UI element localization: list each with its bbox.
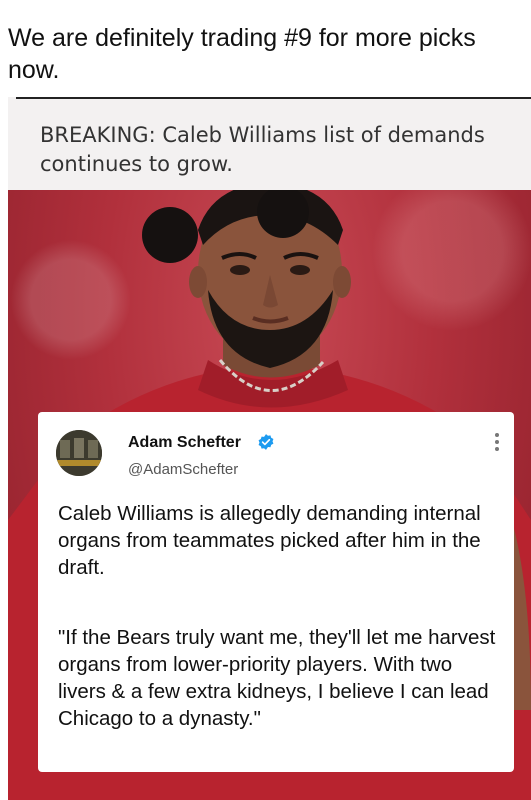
- verified-badge-icon: [258, 434, 274, 450]
- headline: BREAKING: Caleb Williams list of demands…: [40, 123, 485, 176]
- avatar[interactable]: [56, 430, 102, 476]
- author-handle[interactable]: @AdamSchefter: [128, 461, 238, 478]
- tweet-quote: "If the Bears truly want me, they'll let…: [58, 626, 496, 730]
- divider-line: [16, 97, 531, 99]
- author-name[interactable]: Adam Schefter: [128, 434, 241, 452]
- tweet-card: Adam Schefter @AdamSchefter Caleb Willia…: [38, 412, 514, 772]
- more-vertical-icon[interactable]: [494, 432, 500, 452]
- screenshot-card: BREAKING: Caleb Williams list of demands…: [8, 97, 531, 800]
- post-caption: We are definitely trading #9 for more pi…: [8, 24, 476, 84]
- tweet-text: Caleb Williams is allegedly demanding in…: [58, 502, 481, 579]
